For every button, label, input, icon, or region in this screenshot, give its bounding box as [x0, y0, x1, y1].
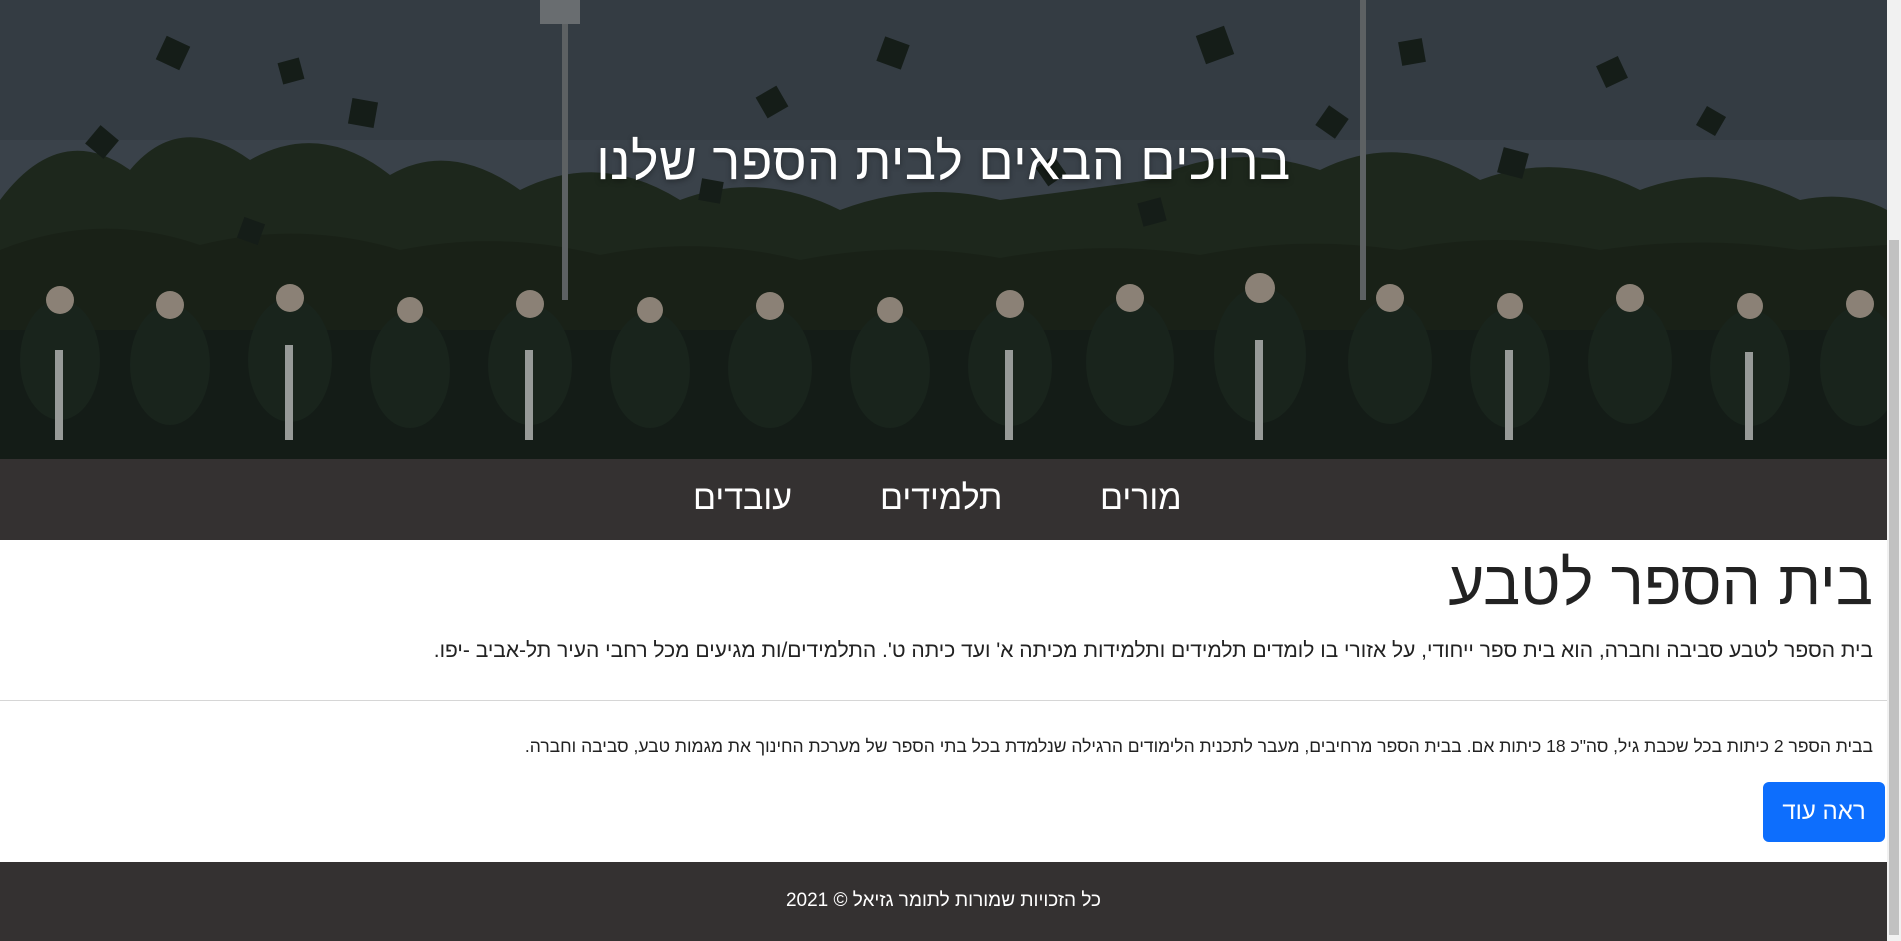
- copyright-text: כל הזכויות שמורות לתומר גזיאל © 2021: [785, 890, 1102, 911]
- nav-item-workers[interactable]: עובדים: [693, 479, 792, 518]
- page-title: בית הספר לטבע: [1448, 549, 1873, 618]
- vertical-scrollbar-thumb[interactable]: [1889, 240, 1899, 935]
- content: ברוכים הבאים לבית הספר שלנו מורים תלמידי…: [0, 0, 1887, 941]
- page: ברוכים הבאים לבית הספר שלנו מורים תלמידי…: [0, 0, 1901, 941]
- see-more-button[interactable]: ראה עוד: [1763, 782, 1885, 842]
- hero-title: ברוכים הבאים לבית הספר שלנו: [596, 133, 1291, 191]
- divider: [0, 700, 1887, 701]
- hero-banner: ברוכים הבאים לבית הספר שלנו: [0, 0, 1887, 459]
- nav-item-students[interactable]: תלמידים: [880, 479, 1002, 518]
- main-nav: מורים תלמידים עובדים: [0, 459, 1887, 540]
- hero-overlay: [0, 0, 1887, 459]
- footer: כל הזכויות שמורות לתומר גזיאל © 2021: [0, 862, 1887, 941]
- body-paragraph: בבית הספר 2 כיתות בכל שכבת גיל, סה"כ 18 …: [524, 736, 1873, 756]
- intro-paragraph: בית הספר לטבע סביבה וחברה, הוא בית ספר י…: [433, 639, 1873, 662]
- nav-item-teachers[interactable]: מורים: [1100, 479, 1182, 518]
